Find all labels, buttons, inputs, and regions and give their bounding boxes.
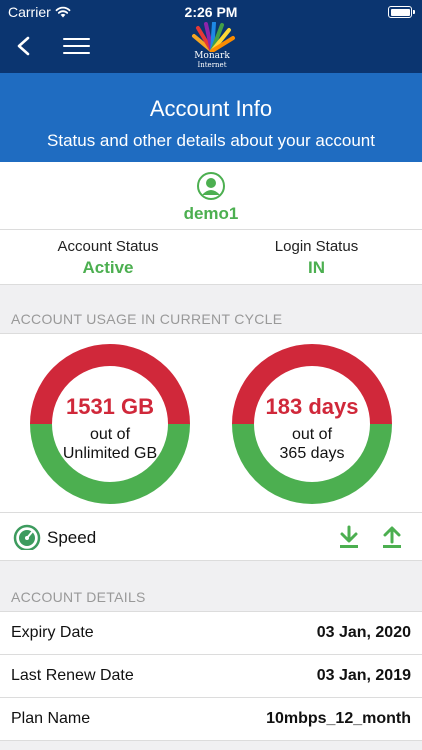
expiry-date-value: 03 Jan, 2020 (316, 624, 411, 641)
user-icon (197, 172, 225, 200)
account-status: Account Status Active (8, 238, 208, 278)
page-title: Account Info (149, 96, 273, 121)
upload-icon[interactable] (381, 525, 403, 549)
detail-row-last-renew-date: Last Renew Date 03 Jan, 2019 (0, 655, 422, 698)
speed-label: Speed (47, 528, 97, 547)
detail-row-expiry-date: Expiry Date 03 Jan, 2020 (0, 612, 422, 655)
account-status-value: Active (82, 258, 134, 277)
days-used-value: 183 days (265, 394, 359, 419)
user-section: demo1 (0, 162, 422, 230)
plan-name-label: Plan Name (11, 710, 91, 727)
data-used-value: 1531 GB (65, 394, 155, 419)
days-total-value: 365 days (279, 445, 345, 462)
data-usage-gauge: 1531 GB out of Unlimited GB (30, 344, 190, 504)
last-renew-date-label: Last Renew Date (11, 667, 134, 684)
account-status-label: Account Status (57, 238, 159, 255)
download-icon[interactable] (338, 525, 360, 549)
status-bar: Carrier 2:26 PM (0, 0, 422, 24)
logo-name: Monark (194, 51, 230, 61)
speedometer-icon (13, 524, 41, 550)
details-section-header: ACCOUNT DETAILS (0, 582, 422, 612)
days-usage-ring (232, 344, 392, 504)
last-renew-date-value: 03 Jan, 2019 (316, 667, 411, 684)
usage-section-header: ACCOUNT USAGE IN CURRENT CYCLE (0, 304, 422, 334)
speed-row: Speed (0, 513, 422, 561)
expiry-date-label: Expiry Date (11, 624, 94, 641)
days-out-of-label: out of (291, 426, 333, 443)
status-section: Account Status Active Login Status IN (0, 230, 422, 285)
page-subtitle: Status and other details about your acco… (47, 131, 375, 150)
login-status: Login Status IN (211, 238, 422, 278)
data-usage-ring (30, 344, 190, 504)
plan-name-value: 10mbps_12_month (266, 710, 411, 727)
monark-logo: Monark Internet (184, 21, 240, 74)
usage-section: 1531 GB out of Unlimited GB 183 days out… (0, 334, 422, 513)
account-info-banner: Account Info Status and other details ab… (0, 73, 422, 162)
detail-row-plan-name: Plan Name 10mbps_12_month (0, 698, 422, 741)
login-status-label: Login Status (274, 238, 359, 255)
data-out-of-label: out of (89, 426, 131, 443)
days-usage-gauge: 183 days out of 365 days (232, 344, 392, 504)
top-navigation-bar: Carrier 2:26 PM Monark Internet (0, 0, 422, 73)
login-status-value: IN (308, 258, 325, 277)
clock: 2:26 PM (184, 4, 238, 20)
hamburger-menu-button[interactable] (63, 38, 90, 56)
back-button[interactable] (12, 34, 36, 58)
data-total-value: Unlimited GB (62, 445, 158, 462)
battery-icon (388, 6, 415, 18)
logo-text: Monark Internet (184, 52, 240, 70)
username: demo1 (183, 204, 239, 223)
logo-fan-icon (192, 21, 235, 53)
logo-subtitle: Internet (197, 61, 227, 69)
